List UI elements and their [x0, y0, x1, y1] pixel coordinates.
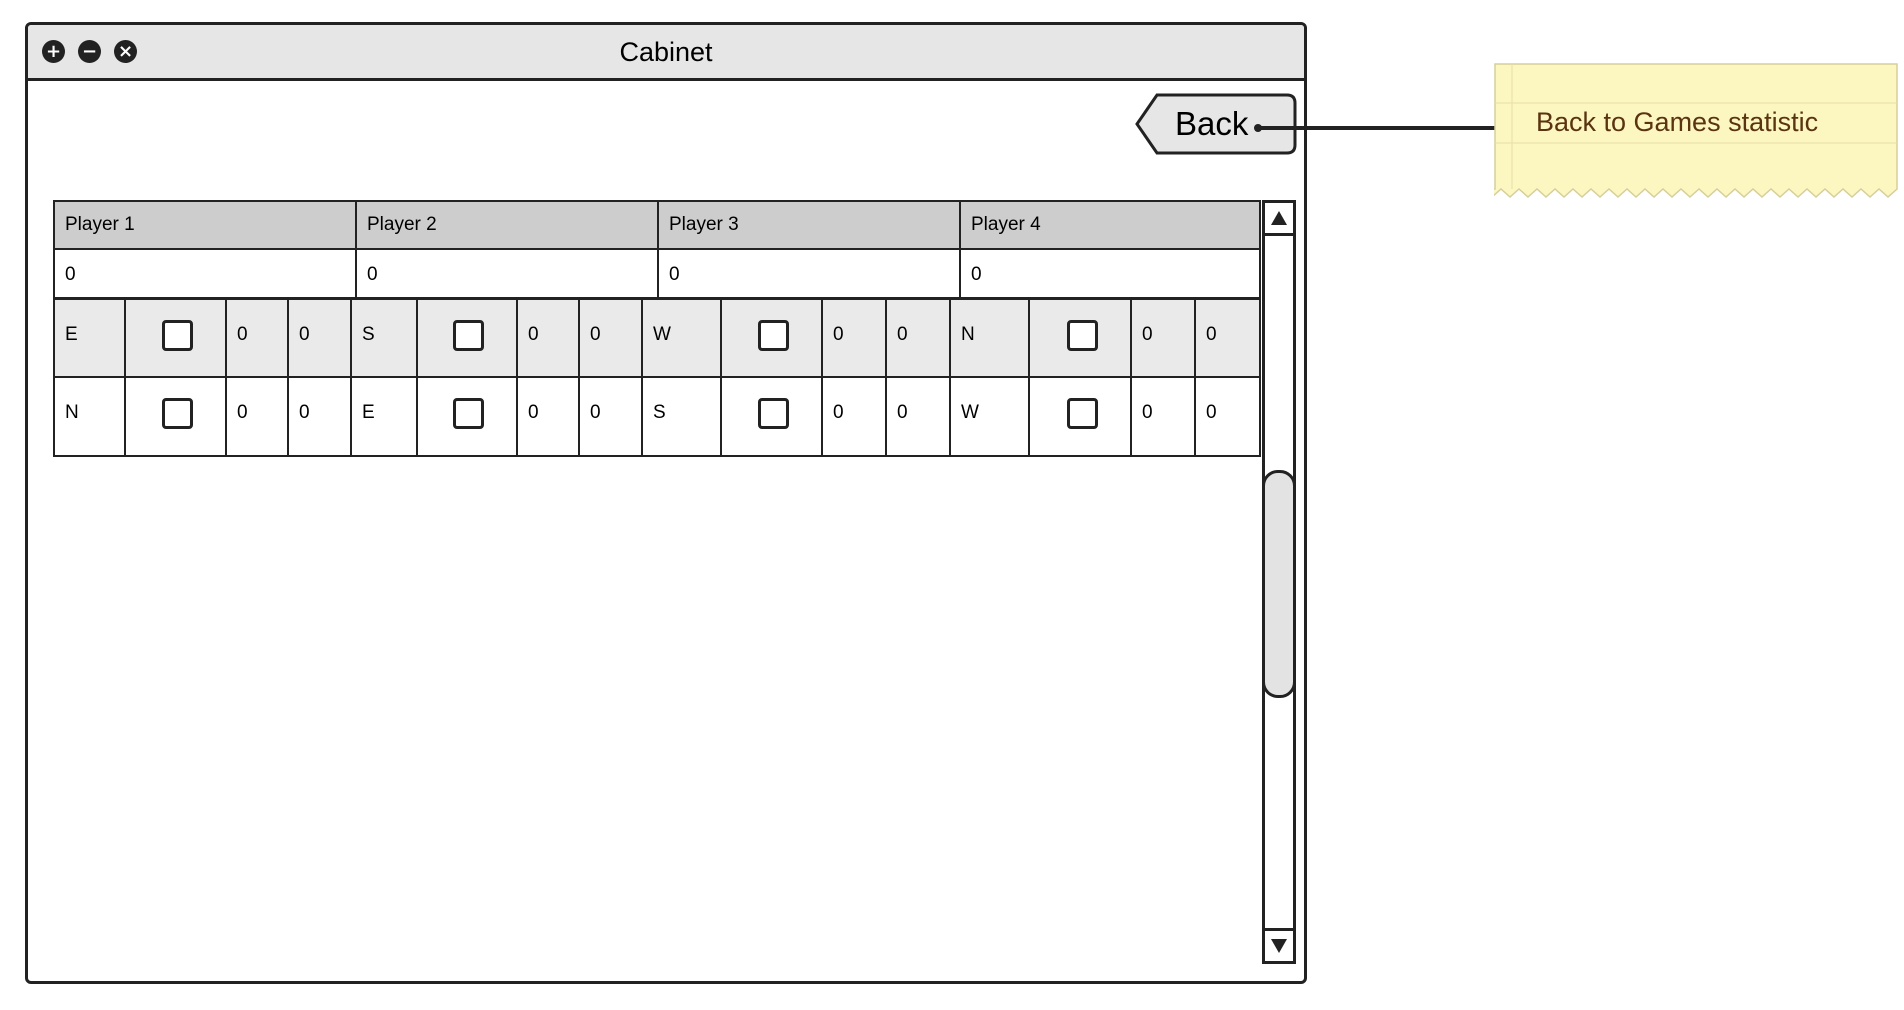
wind-cell: N	[55, 378, 126, 455]
wind-cell: E	[352, 378, 418, 455]
checkbox-cell	[1030, 300, 1132, 376]
player-1-header: Player 1	[55, 202, 357, 250]
value-cell: 0	[289, 300, 352, 376]
scroll-thumb[interactable]	[1262, 470, 1296, 698]
player-3-header: Player 3	[659, 202, 961, 250]
checkbox-cell	[1030, 378, 1132, 455]
table-row: N 0 0 E 0 0 S 0 0 W 0 0	[55, 378, 1259, 455]
value-cell: 0	[887, 378, 951, 455]
value-cell: 0	[1206, 324, 1217, 345]
value-cell: 0	[1132, 378, 1196, 455]
checkbox-cell	[418, 378, 518, 455]
wind-cell: W	[643, 300, 722, 376]
value-cell: 0	[823, 300, 887, 376]
title-bar: + − × Cabinet	[28, 25, 1304, 81]
row-checkbox[interactable]	[1067, 320, 1098, 351]
arrow-down-icon	[1271, 939, 1287, 953]
arrow-up-icon	[1271, 211, 1287, 225]
checkbox-cell	[126, 300, 227, 376]
value-cell: 0	[227, 378, 289, 455]
score-table: Player 1 Player 2 Player 3 Player 4 0 0 …	[53, 200, 1261, 457]
row-checkbox[interactable]	[453, 320, 484, 351]
player-1-total: 0	[55, 250, 357, 300]
wind-cell: W	[951, 378, 1030, 455]
wind-cell: E	[55, 300, 126, 376]
wind-cell: N	[951, 300, 1030, 376]
vertical-scrollbar[interactable]	[1262, 200, 1296, 964]
back-button[interactable]: Back	[1135, 93, 1297, 155]
player-3-total: 0	[659, 250, 961, 300]
player-4-header: Player 4	[961, 202, 1259, 250]
cabinet-window: + − × Cabinet	[25, 22, 1307, 984]
value-cell: 0	[1206, 402, 1217, 423]
scroll-up-button[interactable]	[1265, 203, 1293, 236]
row-checkbox[interactable]	[162, 398, 193, 429]
row-checkbox[interactable]	[1067, 398, 1098, 429]
wind-cell: S	[643, 378, 722, 455]
value-cell: 0	[518, 378, 580, 455]
value-cell: 0	[823, 378, 887, 455]
checkbox-cell	[722, 300, 823, 376]
checkbox-cell	[418, 300, 518, 376]
sticky-note: Back to Games statistic	[1463, 63, 1898, 199]
connector-line	[1255, 126, 1495, 130]
value-cell: 0	[518, 300, 580, 376]
row-checkbox[interactable]	[453, 398, 484, 429]
row-checkbox[interactable]	[758, 320, 789, 351]
value-cell: 0	[1132, 300, 1196, 376]
row-checkbox[interactable]	[162, 320, 193, 351]
wind-cell: S	[352, 300, 418, 376]
value-cell: 0	[887, 300, 951, 376]
value-cell: 0	[227, 300, 289, 376]
scroll-down-button[interactable]	[1265, 928, 1293, 961]
row-checkbox[interactable]	[758, 398, 789, 429]
player-2-total: 0	[357, 250, 659, 300]
value-cell: 0	[580, 378, 643, 455]
table-row: E 0 0 S 0 0 W 0 0 N 0 0	[55, 300, 1259, 378]
value-cell: 0	[580, 300, 643, 376]
player-2-header: Player 2	[357, 202, 659, 250]
note-text: Back to Games statistic	[1536, 107, 1819, 137]
checkbox-cell	[126, 378, 227, 455]
player-4-total: 0	[961, 250, 1259, 300]
checkbox-cell	[722, 378, 823, 455]
value-cell: 0	[289, 378, 352, 455]
window-title: Cabinet	[619, 37, 713, 67]
back-button-label: Back	[1175, 105, 1249, 142]
